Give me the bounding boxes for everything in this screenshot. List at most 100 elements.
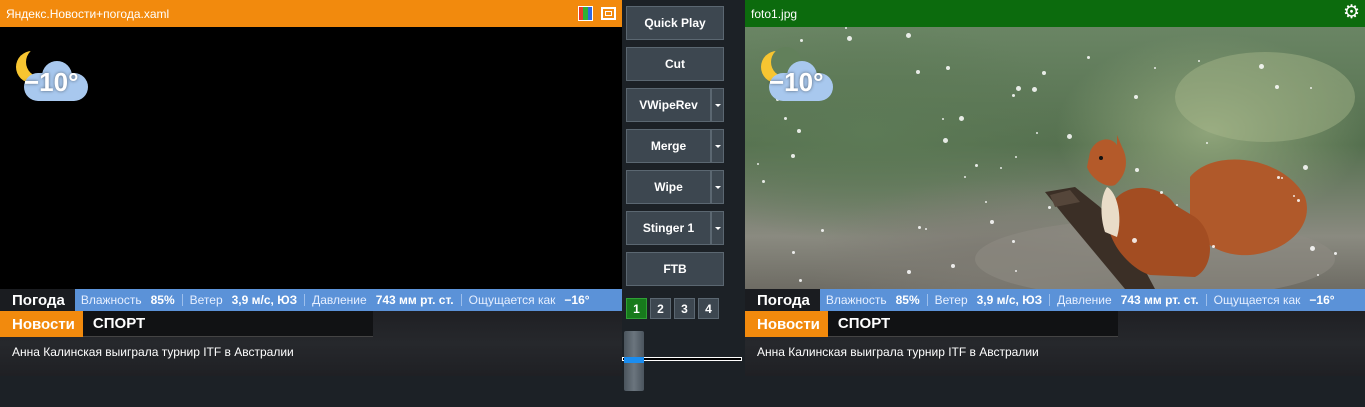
snowflake <box>1015 270 1017 272</box>
pressure-label: Давление <box>312 293 367 307</box>
gear-icon[interactable]: ⚙ <box>1343 3 1360 22</box>
vwiperev-button[interactable]: VWipeRev <box>626 88 711 122</box>
ftb-button[interactable]: FTB <box>626 252 724 286</box>
preview-titlebar: Яндекс.Новости+погода.xaml <box>0 0 622 27</box>
snowflake <box>906 33 911 38</box>
cut-button[interactable]: Cut <box>626 47 724 81</box>
weather-label: Погода <box>745 289 820 311</box>
snowflake <box>799 279 802 282</box>
pressure-value: 743 мм рт. ст. <box>1120 293 1199 307</box>
wind-label: Ветер <box>934 293 968 307</box>
bank-button-3[interactable]: 3 <box>674 298 695 319</box>
separator <box>181 294 183 306</box>
moon-cloud-icon: −10° <box>759 47 839 109</box>
snowflake <box>1259 64 1264 69</box>
snowflake <box>784 117 787 120</box>
snowflake <box>1212 245 1215 248</box>
chevron-down-icon[interactable] <box>711 211 724 245</box>
news-category: СПОРТ <box>82 311 373 337</box>
snowflake <box>916 70 920 74</box>
bank-button-2[interactable]: 2 <box>650 298 671 319</box>
window-icon[interactable] <box>601 7 616 20</box>
chevron-down-icon[interactable] <box>711 129 724 163</box>
pressure-value: 743 мм рт. ст. <box>375 293 454 307</box>
snowflake <box>1281 177 1283 179</box>
snowflake <box>943 138 948 143</box>
news-tag: Новости <box>745 311 828 337</box>
snowflake <box>990 220 994 224</box>
snowflake <box>1134 95 1138 99</box>
weather-ticker: Погода Влажность 85% Ветер 3,9 м/с, ЮЗ Д… <box>745 289 1365 311</box>
separator <box>304 294 306 306</box>
chevron-down-icon[interactable] <box>711 170 724 204</box>
snowflake <box>1032 87 1037 92</box>
quick-play-button[interactable]: Quick Play <box>626 6 724 40</box>
pressure-label: Давление <box>1057 293 1112 307</box>
snowflake <box>1016 86 1021 91</box>
snowflake <box>1012 240 1015 243</box>
bank-button-4[interactable]: 4 <box>698 298 719 319</box>
wind-value: 3,9 м/с, ЮЗ <box>976 293 1043 307</box>
humidity-label: Влажность <box>825 293 887 307</box>
preview-panel: Яндекс.Новости+погода.xaml −10° Погода В… <box>0 0 622 376</box>
snowflake <box>964 176 966 178</box>
feels-like-value: −16° <box>564 293 590 307</box>
snowflake <box>1334 252 1337 255</box>
separator <box>926 294 928 306</box>
snowflake <box>975 164 978 167</box>
snowflake <box>1135 168 1139 172</box>
snowflake <box>757 163 759 165</box>
snowflake <box>946 66 950 70</box>
snowflake <box>918 226 921 229</box>
snowflake <box>762 180 765 183</box>
moon-cloud-icon: −10° <box>14 47 94 109</box>
snowflake <box>1160 191 1163 194</box>
snowflake <box>800 39 803 42</box>
separator <box>460 294 462 306</box>
snowflake <box>1012 94 1015 97</box>
humidity-value: 85% <box>150 293 175 307</box>
news-category: СПОРТ <box>827 311 1118 337</box>
weather-temp: −10° <box>24 67 79 97</box>
program-panel: foto1.jpg ⚙ −10° Погода Влажность 85% Ве… <box>745 0 1365 376</box>
news-ticker: Новости СПОРТ Анна Калинская выиграла ту… <box>0 311 622 376</box>
snowflake <box>1015 156 1017 158</box>
merge-button[interactable]: Merge <box>626 129 711 163</box>
snowflake <box>1275 85 1279 89</box>
weather-label: Погода <box>0 289 75 311</box>
snowflake <box>1277 176 1280 179</box>
transition-controls: Quick Play Cut VWipeRev Merge Wipe Sting… <box>622 0 745 407</box>
merge-control: Merge <box>626 129 724 163</box>
snowflake <box>1132 238 1137 243</box>
program-titlebar: foto1.jpg ⚙ <box>745 0 1365 27</box>
tbar-handle[interactable] <box>624 331 644 391</box>
feels-like-label: Ощущается как <box>1213 293 1301 307</box>
snowflake <box>1087 56 1090 59</box>
snowflake <box>925 228 927 230</box>
snowflake <box>1293 195 1295 197</box>
snowflake <box>1000 167 1002 169</box>
snowflake <box>985 201 987 203</box>
chevron-down-icon[interactable] <box>711 88 724 122</box>
snowflake <box>1036 132 1038 134</box>
snowflake <box>791 154 795 158</box>
vwiperev-control: VWipeRev <box>626 88 724 122</box>
preview-screen: −10° <box>0 27 622 289</box>
preview-title: Яндекс.Новости+погода.xaml <box>6 6 170 21</box>
snowflake <box>1303 165 1308 170</box>
color-bars-icon[interactable] <box>578 6 593 21</box>
wipe-control: Wipe <box>626 170 724 204</box>
snowflake <box>1176 204 1178 206</box>
snowflake <box>1067 134 1072 139</box>
bank-selector: 1 2 3 4 <box>626 298 719 319</box>
snowflake <box>845 27 847 29</box>
news-headline: Анна Калинская выиграла турнир ITF в Авс… <box>12 345 294 359</box>
snowflake <box>1317 274 1319 276</box>
snowflake <box>1297 199 1300 202</box>
stinger-button[interactable]: Stinger 1 <box>626 211 711 245</box>
snowflake <box>1198 60 1200 62</box>
bank-button-1[interactable]: 1 <box>626 298 647 319</box>
snowflake <box>1154 67 1156 69</box>
snowflake <box>792 251 795 254</box>
wipe-button[interactable]: Wipe <box>626 170 711 204</box>
